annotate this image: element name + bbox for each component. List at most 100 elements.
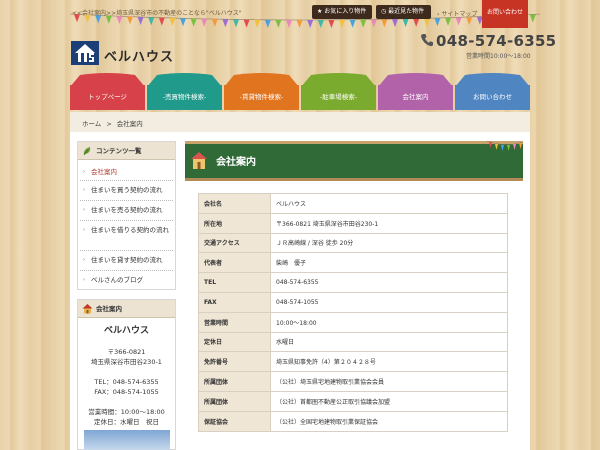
- nav-label: トップページ: [70, 85, 145, 110]
- row-label: FAX: [198, 291, 271, 313]
- sidebar-menu-item[interactable]: › 住まいを買う契約の流れ: [80, 181, 173, 201]
- sitemap-link[interactable]: › サイトマップ: [437, 9, 477, 18]
- bunting-flag: [233, 19, 239, 28]
- row-value: ＪＲ高崎線 / 深谷 徒歩 20分: [270, 232, 508, 254]
- row-value: （公社）首都圏不動産公正取引協議会加盟: [270, 390, 508, 412]
- row-label: 交通アクセス: [198, 232, 271, 254]
- bunting-flag: [381, 19, 388, 28]
- company-address: 埼玉県深谷市田谷230-1: [91, 358, 162, 366]
- company-postal: 〒366-0821: [107, 348, 146, 356]
- nav-item[interactable]: 会社案内: [378, 73, 453, 110]
- row-value: 〒366-0821 埼玉県深谷市田谷230-1: [270, 212, 508, 234]
- nav-label: -賃貸物件検索-: [224, 85, 299, 110]
- recent-viewed-button[interactable]: ◷ 最近見た物件: [376, 5, 431, 19]
- company-hours: 営業時間：10:00～18:00: [88, 408, 165, 416]
- bunting-flag: [275, 19, 282, 28]
- house-icon: [191, 152, 207, 169]
- phone-number: 048-574-6355: [436, 32, 557, 50]
- nav-item[interactable]: -賃貸物件検索-: [224, 73, 299, 110]
- row-value: ベルハウス: [270, 193, 508, 214]
- bunting-flag: [95, 15, 102, 24]
- table-row: 定休日 水曜日: [198, 331, 508, 353]
- contact-tab[interactable]: お問い合わせ: [482, 0, 528, 28]
- table-row: TEL 048-574-6355: [198, 272, 508, 293]
- business-hours: 営業時間10:00～18:00: [466, 53, 531, 60]
- table-row: 保証協会 （公社）全国宅地建物取引業保証協会: [198, 410, 508, 432]
- row-value: 埼玉県知事免許（4）第２０４２８号: [270, 351, 508, 373]
- bunting-flag: [445, 17, 451, 26]
- chevron-right-icon: ›: [83, 169, 85, 175]
- bunting-flag: [392, 19, 398, 28]
- bunting-flag: [317, 19, 324, 28]
- bunting-flag: [455, 17, 462, 26]
- nav-item[interactable]: -駐車場検索-: [301, 73, 376, 110]
- bunting-decoration: [487, 140, 523, 151]
- nav-label: 会社案内: [378, 85, 453, 110]
- table-row: 所在地 〒366-0821 埼玉県深谷市田谷230-1: [198, 212, 508, 234]
- bunting-flag: [360, 19, 367, 28]
- row-label: 所属団体: [198, 371, 271, 392]
- company-holiday: 定休日：水曜日 祝日: [94, 418, 159, 426]
- nav-item[interactable]: -売買物件検索-: [147, 73, 222, 110]
- leaf-icon: [83, 147, 91, 156]
- bunting-flag: [370, 19, 377, 28]
- company-tel: TEL：048-574-6355: [94, 378, 159, 386]
- bunting-flag: [180, 18, 186, 27]
- breadcrumb-home-link[interactable]: ホーム: [82, 120, 101, 128]
- table-row: 免許番号 埼玉県知事免許（4）第２０４２８号: [198, 351, 508, 373]
- chevron-right-icon: ›: [83, 257, 85, 263]
- nav-label: -駐車場検索-: [301, 85, 376, 110]
- row-value: 10:00～18:00: [270, 311, 508, 333]
- table-row: 会社名 ベルハウス: [198, 193, 508, 214]
- nav-item[interactable]: トップページ: [70, 73, 145, 110]
- bunting-flag: [466, 17, 473, 26]
- company-photo: [84, 430, 170, 450]
- bunting-flag: [307, 19, 314, 28]
- table-row: 営業時間 10:00～18:00: [198, 311, 508, 333]
- bunting-flag: [423, 18, 430, 27]
- table-row: FAX 048-574-1055: [198, 291, 508, 313]
- nav-item[interactable]: お問い合わせ: [455, 73, 530, 110]
- row-label: 代表者: [198, 252, 271, 274]
- breadcrumb-current: 会社案内: [116, 120, 143, 128]
- row-value: （公社）全国宅地建物取引業保証協会: [270, 410, 508, 432]
- logo-house-icon[interactable]: [71, 41, 99, 65]
- bunting-flag: [222, 19, 229, 28]
- bunting-flag: [84, 14, 91, 23]
- company-fax: FAX：048-574-1055: [94, 388, 159, 396]
- row-value: 柴崎 優子: [270, 252, 508, 274]
- bunting-flag: [127, 16, 133, 25]
- phone-icon: [421, 34, 433, 47]
- breadcrumb: ホーム > 会社案内: [82, 118, 143, 128]
- sidebar-menu-title: コンテンツ一覧: [78, 142, 175, 160]
- row-value: 048-574-1055: [270, 291, 508, 313]
- sidebar-menu-item[interactable]: › ベルさんのブログ: [80, 271, 173, 289]
- bunting-flag: [148, 17, 155, 26]
- page-title: 会社案内: [216, 157, 256, 168]
- bunting-flag: [402, 18, 409, 27]
- logo-text[interactable]: ベルハウス: [104, 46, 174, 65]
- sidebar-menu-item[interactable]: › 住まいを借りる契約の流れ: [80, 221, 173, 251]
- bunting-flag: [243, 19, 250, 28]
- row-label: 会社名: [198, 193, 271, 214]
- bunting-flag: [286, 19, 292, 28]
- sidebar-menu-item[interactable]: › 住まいを貸す契約の流れ: [80, 251, 173, 271]
- bunting-flag: [116, 16, 123, 25]
- row-value: 水曜日: [270, 331, 508, 353]
- nav-label: お問い合わせ: [455, 85, 530, 110]
- favorites-button[interactable]: ★ お気に入り物件: [312, 5, 372, 19]
- sidebar-menu-item[interactable]: › 住まいを売る契約の流れ: [80, 201, 173, 221]
- bunting-flag: [434, 18, 441, 27]
- chevron-right-icon: ›: [83, 227, 85, 233]
- house-icon: [82, 304, 93, 314]
- company-name: ベルハウス: [103, 326, 149, 336]
- row-label: 定休日: [198, 331, 271, 353]
- company-info-table: 会社名 ベルハウス 所在地 〒366-0821 埼玉県深谷市田谷230-1 交通アクセス…: [198, 193, 508, 432]
- bunting-flag: [211, 19, 218, 28]
- company-info-box: [77, 299, 176, 450]
- bunting-flag: [254, 19, 261, 28]
- bunting-flag: [201, 18, 208, 27]
- row-label: 免許番号: [198, 351, 271, 373]
- sidebar-menu-item[interactable]: › 会社案内: [80, 163, 173, 181]
- main-nav: トップページ -売買物件検索- -賃貸物件検索- -駐車場検索- 会社案内 お問い合わせ: [70, 73, 530, 110]
